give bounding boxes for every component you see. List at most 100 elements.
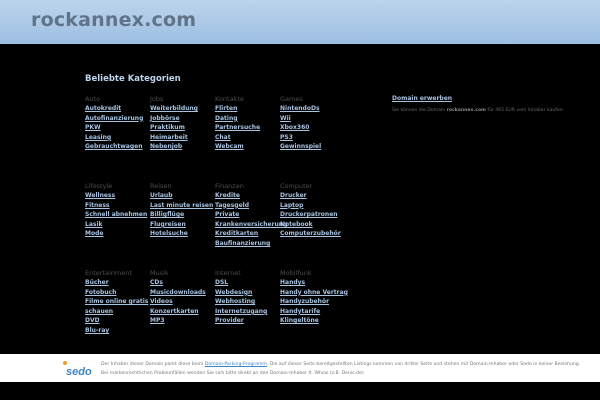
- category-link[interactable]: Provider: [215, 316, 281, 326]
- category-column: Reisen Urlaub Last minute reisen Billigflüg…: [150, 181, 216, 239]
- category-link[interactable]: Wellness: [85, 191, 151, 201]
- list-item: Last minute reisen: [150, 201, 216, 211]
- category-link[interactable]: Fotobuch: [85, 288, 151, 298]
- list-item: Filme online gratis: [85, 297, 151, 307]
- category-link[interactable]: Weiterbildung: [150, 104, 216, 114]
- category-link[interactable]: Handytarife: [280, 307, 346, 317]
- category-link[interactable]: DSL: [215, 278, 281, 288]
- category-link[interactable]: Kredite: [215, 191, 281, 201]
- category-column: Kontakte Flirten Dating Partnersuche Chat Web…: [215, 94, 281, 152]
- category-link[interactable]: Mode: [85, 229, 151, 239]
- list-item: Schnell abnehmen: [85, 210, 151, 220]
- category-column: Finanzen Kredite Tagesgeld Private Krankenve…: [215, 181, 287, 249]
- category-link[interactable]: Jobbörse: [150, 114, 216, 124]
- category-link[interactable]: Drucker: [280, 191, 346, 201]
- category-link[interactable]: Hotelsuche: [150, 229, 216, 239]
- list-item: Handy ohne Vertrag: [280, 288, 348, 298]
- list-item: Internetzugang: [215, 307, 281, 317]
- category-link[interactable]: Chat: [215, 133, 281, 143]
- category-link[interactable]: Gebrauchtwagen: [85, 142, 151, 152]
- list-item: Urlaub: [150, 191, 216, 201]
- list-item: Gebrauchtwagen: [85, 142, 151, 152]
- category-link[interactable]: Autokredit: [85, 104, 151, 114]
- list-item: Billigflüge: [150, 210, 216, 220]
- category-link[interactable]: Partnersuche: [215, 123, 281, 133]
- category-link[interactable]: Webhosting: [215, 297, 281, 307]
- category-link[interactable]: Dating: [215, 114, 281, 124]
- category-link[interactable]: DVD: [85, 316, 151, 326]
- list-item: Druckerpatronen: [280, 210, 346, 220]
- category-link[interactable]: Flugreisen: [150, 220, 216, 230]
- list-item: DVD: [85, 316, 151, 326]
- list-item: Konzertkarten: [150, 307, 216, 317]
- category-link[interactable]: Laptop: [280, 201, 346, 211]
- category-link[interactable]: Konzertkarten: [150, 307, 216, 317]
- domain-buy-link[interactable]: Domain erwerben: [392, 95, 582, 102]
- category-link[interactable]: Krankenversicherung: [215, 220, 287, 230]
- category-link[interactable]: Handy ohne Vertrag: [280, 288, 348, 298]
- category-link[interactable]: MP3: [150, 316, 216, 326]
- sidebar: Domain erwerben Sie können die Domain ro…: [392, 95, 582, 113]
- category-link[interactable]: Handyzubehör: [280, 297, 346, 307]
- sale-text-domain: rockannex.com: [446, 108, 486, 113]
- sale-text-post: für 465 EUR vom Inhaber kaufen.: [485, 108, 565, 113]
- category-link[interactable]: Handys: [280, 278, 346, 288]
- category-link[interactable]: Blu-ray: [85, 326, 151, 336]
- category-link[interactable]: Xbox360: [280, 123, 346, 133]
- category-link[interactable]: Internetzugang: [215, 307, 281, 317]
- site-title: rockannex.com: [31, 9, 197, 31]
- list-item: Handyzubehör: [280, 297, 346, 307]
- list-item: PKW: [85, 123, 151, 133]
- category-link-list: DSL Webdesign Webhosting Internetzugang Prov…: [215, 278, 281, 326]
- category-link[interactable]: Lasik: [85, 220, 151, 230]
- category-link[interactable]: Klingeltöne: [280, 316, 346, 326]
- category-title: Internet: [215, 269, 241, 277]
- category-link[interactable]: schauen: [85, 307, 151, 317]
- category-link[interactable]: Computerzubehör: [280, 229, 346, 239]
- category-link[interactable]: Webcam: [215, 142, 281, 152]
- category-link[interactable]: Schnell abnehmen: [85, 210, 151, 220]
- category-link[interactable]: Tagesgeld: [215, 201, 281, 211]
- category-link[interactable]: Webdesign: [215, 288, 281, 298]
- list-item: Webcam: [215, 142, 281, 152]
- category-link[interactable]: Baufinanzierung: [215, 239, 281, 249]
- category-link[interactable]: Last minute reisen: [150, 201, 216, 211]
- parking-program-link[interactable]: Domain-Parking-Programm: [205, 362, 267, 367]
- sedo-logo[interactable]: sedo: [63, 360, 96, 378]
- category-link[interactable]: Videos: [150, 297, 216, 307]
- category-link[interactable]: NintendoDs: [280, 104, 346, 114]
- category-title: Lifestyle: [85, 182, 113, 190]
- list-item: Klingeltöne: [280, 316, 346, 326]
- category-link[interactable]: Kreditkarten: [215, 229, 281, 239]
- category-link[interactable]: Billigflüge: [150, 210, 216, 220]
- category-title: Jobs: [150, 95, 164, 103]
- category-link[interactable]: Filme online gratis: [85, 297, 151, 307]
- category-link[interactable]: Urlaub: [150, 191, 216, 201]
- list-item: Bücher: [85, 278, 151, 288]
- list-item: Musicdownloads: [150, 288, 216, 298]
- category-link[interactable]: Bücher: [85, 278, 151, 288]
- category-link[interactable]: PS3: [280, 133, 346, 143]
- category-link[interactable]: Autofinanzierung: [85, 114, 151, 124]
- category-link[interactable]: Wii: [280, 114, 346, 124]
- list-item: Dating: [215, 114, 281, 124]
- category-link[interactable]: Gewinnspiel: [280, 142, 346, 152]
- category-title: Games: [280, 95, 303, 103]
- category-link[interactable]: Flirten: [215, 104, 281, 114]
- category-link[interactable]: Notebook: [280, 220, 346, 230]
- footer-line1-pre: Der Inhaber dieser Domain parkt diese be…: [101, 362, 205, 367]
- category-link[interactable]: Fitness: [85, 201, 151, 211]
- list-item: Praktikum: [150, 123, 216, 133]
- category-link[interactable]: Musicdownloads: [150, 288, 216, 298]
- category-link[interactable]: CDs: [150, 278, 216, 288]
- category-link[interactable]: PKW: [85, 123, 151, 133]
- category-link[interactable]: Nebenjob: [150, 142, 216, 152]
- category-link[interactable]: Leasing: [85, 133, 151, 143]
- category-link[interactable]: Praktikum: [150, 123, 216, 133]
- list-item: MP3: [150, 316, 216, 326]
- category-link[interactable]: Druckerpatronen: [280, 210, 346, 220]
- category-column: Games NintendoDs Wii Xbox360 PS3 Gewinnspiel: [280, 94, 346, 152]
- footer-disclaimer: Der Inhaber dieser Domain parkt diese be…: [101, 361, 580, 378]
- category-link[interactable]: Heimarbeit: [150, 133, 216, 143]
- category-link[interactable]: Private: [215, 210, 281, 220]
